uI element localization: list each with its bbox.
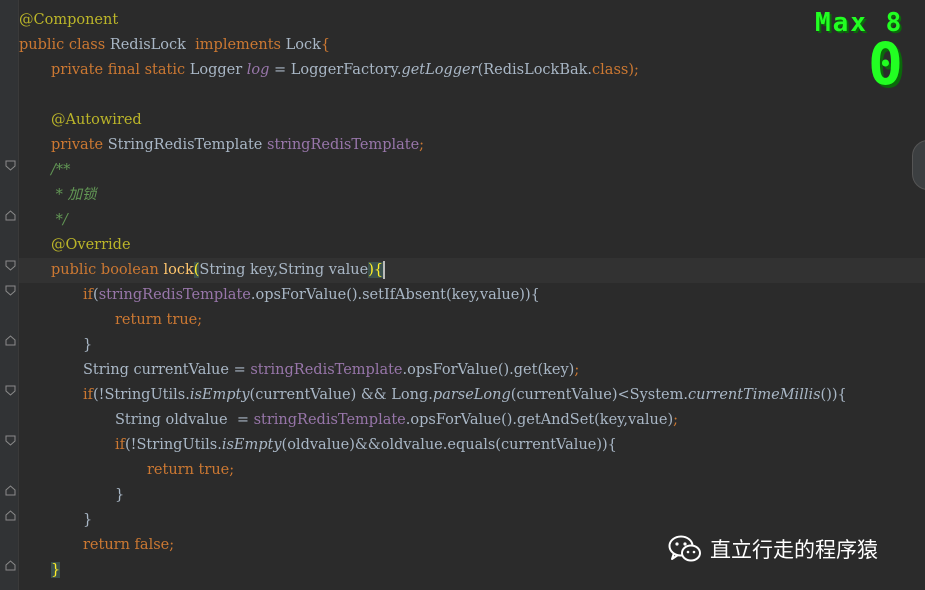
keyword: public class bbox=[19, 37, 110, 53]
code-line-empty[interactable] bbox=[19, 83, 925, 108]
keyword: if bbox=[115, 437, 126, 453]
annotation: @Component bbox=[19, 12, 119, 28]
keyword: class bbox=[592, 62, 629, 78]
code-text: (RedisLockBak. bbox=[477, 62, 593, 78]
code-text: (currentValue) && Long. bbox=[249, 387, 433, 403]
field: stringRedisTemplate bbox=[98, 287, 251, 303]
class-name: RedisLock bbox=[109, 37, 196, 53]
code-line[interactable]: @Component bbox=[19, 8, 925, 33]
static-method: getLogger bbox=[401, 62, 478, 78]
matched-paren: ) bbox=[368, 262, 374, 278]
code-line[interactable]: @Autowired bbox=[19, 108, 925, 133]
code-line[interactable]: if(stringRedisTemplate.opsForValue().set… bbox=[19, 283, 925, 308]
keyword: return true bbox=[115, 312, 198, 328]
keyword: if bbox=[83, 287, 94, 303]
static-method: isEmpty bbox=[221, 437, 282, 453]
method-name: lock bbox=[163, 262, 194, 278]
parameters: String key,String value bbox=[199, 262, 369, 278]
wechat-icon bbox=[668, 535, 701, 562]
code-text: String currentValue = bbox=[83, 362, 251, 378]
keyword: private final static bbox=[51, 62, 190, 78]
fold-marker-icon[interactable] bbox=[5, 160, 16, 171]
annotation: @Override bbox=[51, 237, 131, 253]
field: stringRedisTemplate bbox=[267, 137, 420, 153]
fold-marker-icon[interactable] bbox=[5, 485, 16, 496]
keyword: return false bbox=[83, 537, 170, 553]
field: stringRedisTemplate bbox=[250, 362, 403, 378]
fold-marker-icon[interactable] bbox=[5, 385, 16, 396]
code-text: ()){ bbox=[820, 387, 847, 403]
code-text: .opsForValue().getAndSet(key,value) bbox=[405, 412, 674, 428]
brace: { bbox=[320, 37, 331, 53]
annotation: @Autowired bbox=[51, 112, 142, 128]
code-text: String oldvalue = bbox=[115, 412, 254, 428]
keyword: public boolean bbox=[51, 262, 164, 278]
fold-marker-icon[interactable] bbox=[5, 335, 16, 346]
code-text: (currentValue)<System. bbox=[510, 387, 688, 403]
static-method: currentTimeMillis bbox=[688, 387, 821, 403]
code-line-current[interactable]: public boolean lock(String key,String va… bbox=[19, 258, 925, 283]
code-line[interactable]: @Override bbox=[19, 233, 925, 258]
interface-name: Lock bbox=[285, 37, 321, 53]
code-text: = LoggerFactory. bbox=[269, 62, 402, 78]
type-name: Logger bbox=[189, 62, 247, 78]
code-line[interactable]: } bbox=[19, 483, 925, 508]
matched-brace: { bbox=[373, 262, 384, 278]
code-text: (oldvalue)&&oldvalue.equals(currentValue… bbox=[281, 437, 617, 453]
fold-marker-icon[interactable] bbox=[5, 285, 16, 296]
watermark-text: 直立行走的程序猿 bbox=[710, 538, 878, 562]
code-line[interactable]: return true; bbox=[19, 458, 925, 483]
text-caret bbox=[383, 261, 386, 279]
punctuation: ; bbox=[574, 362, 580, 378]
code-editor[interactable]: @Component public class RedisLock implem… bbox=[19, 8, 925, 583]
doc-comment: * 加锁 bbox=[51, 187, 97, 203]
punctuation: ; bbox=[197, 312, 203, 328]
code-line[interactable]: if(!StringUtils.isEmpty(currentValue) &&… bbox=[19, 383, 925, 408]
code-line[interactable]: * 加锁 bbox=[19, 183, 925, 208]
keyword: private bbox=[51, 137, 108, 153]
static-field: log bbox=[246, 62, 270, 78]
code-line[interactable]: /** bbox=[19, 158, 925, 183]
static-method: isEmpty bbox=[189, 387, 250, 403]
watermark: 直立行走的程序猿 bbox=[668, 532, 878, 566]
code-line[interactable]: private StringRedisTemplate stringRedisT… bbox=[19, 133, 925, 158]
punctuation: ; bbox=[169, 537, 175, 553]
type-name: StringRedisTemplate bbox=[107, 137, 267, 153]
code-text: (!StringUtils. bbox=[93, 387, 190, 403]
doc-comment: */ bbox=[51, 212, 68, 228]
floating-widget[interactable] bbox=[912, 140, 925, 190]
static-method: parseLong bbox=[432, 387, 511, 403]
code-line[interactable]: String oldvalue = stringRedisTemplate.op… bbox=[19, 408, 925, 433]
code-line[interactable]: return true; bbox=[19, 308, 925, 333]
code-line[interactable]: } bbox=[19, 508, 925, 533]
punctuation: ; bbox=[673, 412, 678, 428]
field: stringRedisTemplate bbox=[253, 412, 406, 428]
keyword: if bbox=[83, 387, 94, 403]
keyword: return true bbox=[147, 462, 230, 478]
brace: } bbox=[115, 487, 125, 503]
matched-brace: } bbox=[51, 562, 61, 578]
fold-marker-icon[interactable] bbox=[5, 435, 16, 446]
code-line[interactable]: */ bbox=[19, 208, 925, 233]
brace: } bbox=[83, 512, 93, 528]
doc-comment: /** bbox=[51, 162, 71, 178]
code-line[interactable]: private final static Logger log = Logger… bbox=[19, 58, 925, 83]
fold-marker-icon[interactable] bbox=[5, 260, 16, 271]
code-line[interactable]: public class RedisLock implements Lock{ bbox=[19, 33, 925, 58]
code-line[interactable]: if(!StringUtils.isEmpty(oldvalue)&&oldva… bbox=[19, 433, 925, 458]
keyword: implements bbox=[195, 37, 286, 53]
punctuation: ; bbox=[229, 462, 235, 478]
code-text: .opsForValue().setIfAbsent(key,value)){ bbox=[250, 287, 540, 303]
punctuation: ; bbox=[419, 137, 425, 153]
code-line[interactable]: String currentValue = stringRedisTemplat… bbox=[19, 358, 925, 383]
code-line[interactable]: } bbox=[19, 333, 925, 358]
fold-marker-icon[interactable] bbox=[5, 510, 16, 521]
punctuation: ); bbox=[628, 62, 639, 78]
code-text: .opsForValue().get(key) bbox=[402, 362, 575, 378]
code-text: (!StringUtils. bbox=[125, 437, 222, 453]
overlay-counter: 0 bbox=[868, 30, 903, 98]
brace: } bbox=[83, 337, 93, 353]
fold-marker-icon[interactable] bbox=[5, 560, 16, 571]
fold-marker-icon[interactable] bbox=[5, 210, 16, 221]
